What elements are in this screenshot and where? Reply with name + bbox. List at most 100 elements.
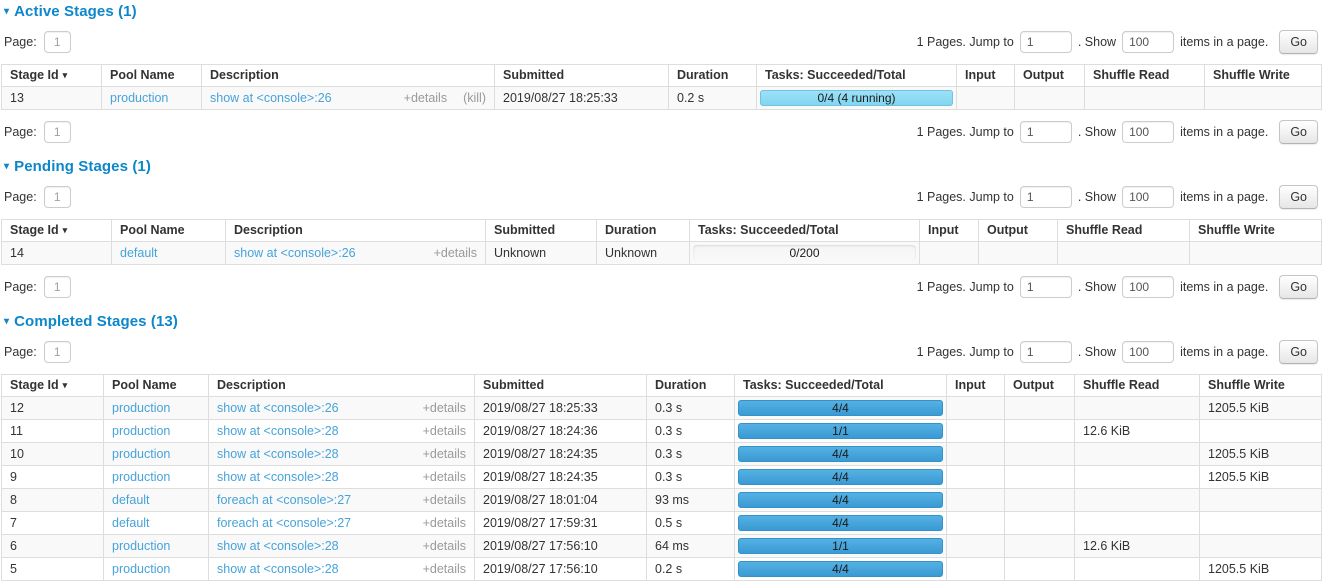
- stage-id-cell: 8: [2, 489, 104, 512]
- pool-name-link[interactable]: production: [112, 539, 170, 553]
- details-toggle[interactable]: +details: [423, 447, 466, 461]
- pool-name-link[interactable]: default: [112, 516, 150, 530]
- description-link[interactable]: show at <console>:28: [217, 447, 339, 462]
- column-header-shuffle-read[interactable]: Shuffle Read: [1085, 65, 1205, 87]
- column-header-shuffle-read[interactable]: Shuffle Read: [1075, 375, 1200, 397]
- show-count-input[interactable]: [1122, 276, 1174, 298]
- details-toggle[interactable]: +details: [404, 91, 447, 105]
- column-header-tasks-succeeded-total[interactable]: Tasks: Succeeded/Total: [690, 220, 920, 242]
- pool-name-link[interactable]: production: [110, 91, 168, 105]
- jump-to-input[interactable]: [1020, 121, 1072, 143]
- column-header-pool-name[interactable]: Pool Name: [104, 375, 209, 397]
- pagination-bar: Page:1 Pages. Jump to. Showitems in a pa…: [4, 340, 1318, 364]
- description-link[interactable]: show at <console>:28: [217, 470, 339, 485]
- sort-desc-icon: ▾: [63, 380, 68, 390]
- column-header-stage-id[interactable]: Stage Id▾: [2, 65, 102, 87]
- details-toggle[interactable]: +details: [423, 562, 466, 576]
- pagination-bar: Page:1 Pages. Jump to. Showitems in a pa…: [4, 275, 1318, 299]
- details-toggle[interactable]: +details: [423, 424, 466, 438]
- column-header-duration[interactable]: Duration: [597, 220, 690, 242]
- column-header-submitted[interactable]: Submitted: [475, 375, 647, 397]
- section-header-completed-stages[interactable]: ▾Completed Stages (13): [4, 313, 1322, 330]
- show-count-input[interactable]: [1122, 341, 1174, 363]
- pool-name-cell: production: [104, 466, 209, 489]
- tasks-cell: 0/4 (4 running): [757, 87, 957, 110]
- jump-to-input[interactable]: [1020, 31, 1072, 53]
- column-header-stage-id[interactable]: Stage Id▾: [2, 375, 104, 397]
- column-header-shuffle-write[interactable]: Shuffle Write: [1200, 375, 1322, 397]
- pool-name-link[interactable]: production: [112, 424, 170, 438]
- pool-name-link[interactable]: default: [112, 493, 150, 507]
- show-count-input[interactable]: [1122, 121, 1174, 143]
- pool-name-link[interactable]: production: [112, 401, 170, 415]
- details-toggle[interactable]: +details: [434, 246, 477, 260]
- pool-name-link[interactable]: production: [112, 470, 170, 484]
- column-header-input[interactable]: Input: [920, 220, 979, 242]
- shuffle-read-cell: [1075, 466, 1200, 489]
- stages-page: ▾Active Stages (1) Page:1 Pages. Jump to…: [0, 0, 1323, 581]
- shuffle-read-cell: [1075, 397, 1200, 420]
- page-number-input[interactable]: [44, 121, 71, 143]
- column-header-output[interactable]: Output: [979, 220, 1058, 242]
- details-toggle[interactable]: +details: [423, 401, 466, 415]
- column-header-description[interactable]: Description: [209, 375, 475, 397]
- go-button[interactable]: Go: [1279, 340, 1318, 364]
- description-link[interactable]: foreach at <console>:27: [217, 516, 351, 531]
- column-header-tasks-succeeded-total[interactable]: Tasks: Succeeded/Total: [757, 65, 957, 87]
- column-header-pool-name[interactable]: Pool Name: [112, 220, 226, 242]
- column-header-description[interactable]: Description: [226, 220, 486, 242]
- jump-to-input[interactable]: [1020, 341, 1072, 363]
- pool-name-link[interactable]: production: [112, 562, 170, 576]
- page-label: Page:: [4, 35, 37, 49]
- page-number-input[interactable]: [44, 186, 71, 208]
- description-link[interactable]: show at <console>:26: [210, 91, 332, 106]
- show-count-input[interactable]: [1122, 186, 1174, 208]
- description-link[interactable]: show at <console>:28: [217, 424, 339, 439]
- go-button[interactable]: Go: [1279, 120, 1318, 144]
- section-title-text: Completed Stages (13): [14, 313, 178, 330]
- section-header-pending-stages[interactable]: ▾Pending Stages (1): [4, 158, 1322, 175]
- details-toggle[interactable]: +details: [423, 470, 466, 484]
- column-header-stage-id[interactable]: Stage Id▾: [2, 220, 112, 242]
- stage-row: 5productionshow at <console>:28+details2…: [2, 558, 1322, 581]
- column-header-input[interactable]: Input: [947, 375, 1005, 397]
- description-link[interactable]: show at <console>:28: [217, 539, 339, 554]
- column-header-pool-name[interactable]: Pool Name: [102, 65, 202, 87]
- go-button[interactable]: Go: [1279, 30, 1318, 54]
- column-header-duration[interactable]: Duration: [647, 375, 735, 397]
- column-header-output[interactable]: Output: [1005, 375, 1075, 397]
- jump-to-input[interactable]: [1020, 186, 1072, 208]
- section-header-active-stages[interactable]: ▾Active Stages (1): [4, 3, 1322, 20]
- pool-name-link[interactable]: production: [112, 447, 170, 461]
- kill-link[interactable]: (kill): [463, 91, 486, 105]
- show-count-input[interactable]: [1122, 31, 1174, 53]
- column-header-duration[interactable]: Duration: [669, 65, 757, 87]
- page-number-input[interactable]: [44, 276, 71, 298]
- submitted-cell: 2019/08/27 18:24:35: [475, 466, 647, 489]
- column-header-output[interactable]: Output: [1015, 65, 1085, 87]
- go-button[interactable]: Go: [1279, 275, 1318, 299]
- description-link[interactable]: foreach at <console>:27: [217, 493, 351, 508]
- page-number-input[interactable]: [44, 341, 71, 363]
- description-cell: show at <console>:28 +details: [209, 443, 475, 466]
- jump-to-input[interactable]: [1020, 276, 1072, 298]
- go-button[interactable]: Go: [1279, 185, 1318, 209]
- column-header-input[interactable]: Input: [957, 65, 1015, 87]
- column-header-tasks-succeeded-total[interactable]: Tasks: Succeeded/Total: [735, 375, 947, 397]
- column-header-description[interactable]: Description: [202, 65, 495, 87]
- page-number-input[interactable]: [44, 31, 71, 53]
- pool-name-link[interactable]: default: [120, 246, 158, 260]
- task-progress-label: 0/200: [693, 245, 916, 261]
- details-toggle[interactable]: +details: [423, 516, 466, 530]
- stage-row: 7defaultforeach at <console>:27+details2…: [2, 512, 1322, 535]
- column-header-shuffle-write[interactable]: Shuffle Write: [1190, 220, 1322, 242]
- description-link[interactable]: show at <console>:26: [217, 401, 339, 416]
- details-toggle[interactable]: +details: [423, 493, 466, 507]
- column-header-shuffle-read[interactable]: Shuffle Read: [1058, 220, 1190, 242]
- column-header-submitted[interactable]: Submitted: [486, 220, 597, 242]
- description-link[interactable]: show at <console>:26: [234, 246, 356, 261]
- details-toggle[interactable]: +details: [423, 539, 466, 553]
- column-header-shuffle-write[interactable]: Shuffle Write: [1205, 65, 1322, 87]
- description-link[interactable]: show at <console>:28: [217, 562, 339, 577]
- column-header-submitted[interactable]: Submitted: [495, 65, 669, 87]
